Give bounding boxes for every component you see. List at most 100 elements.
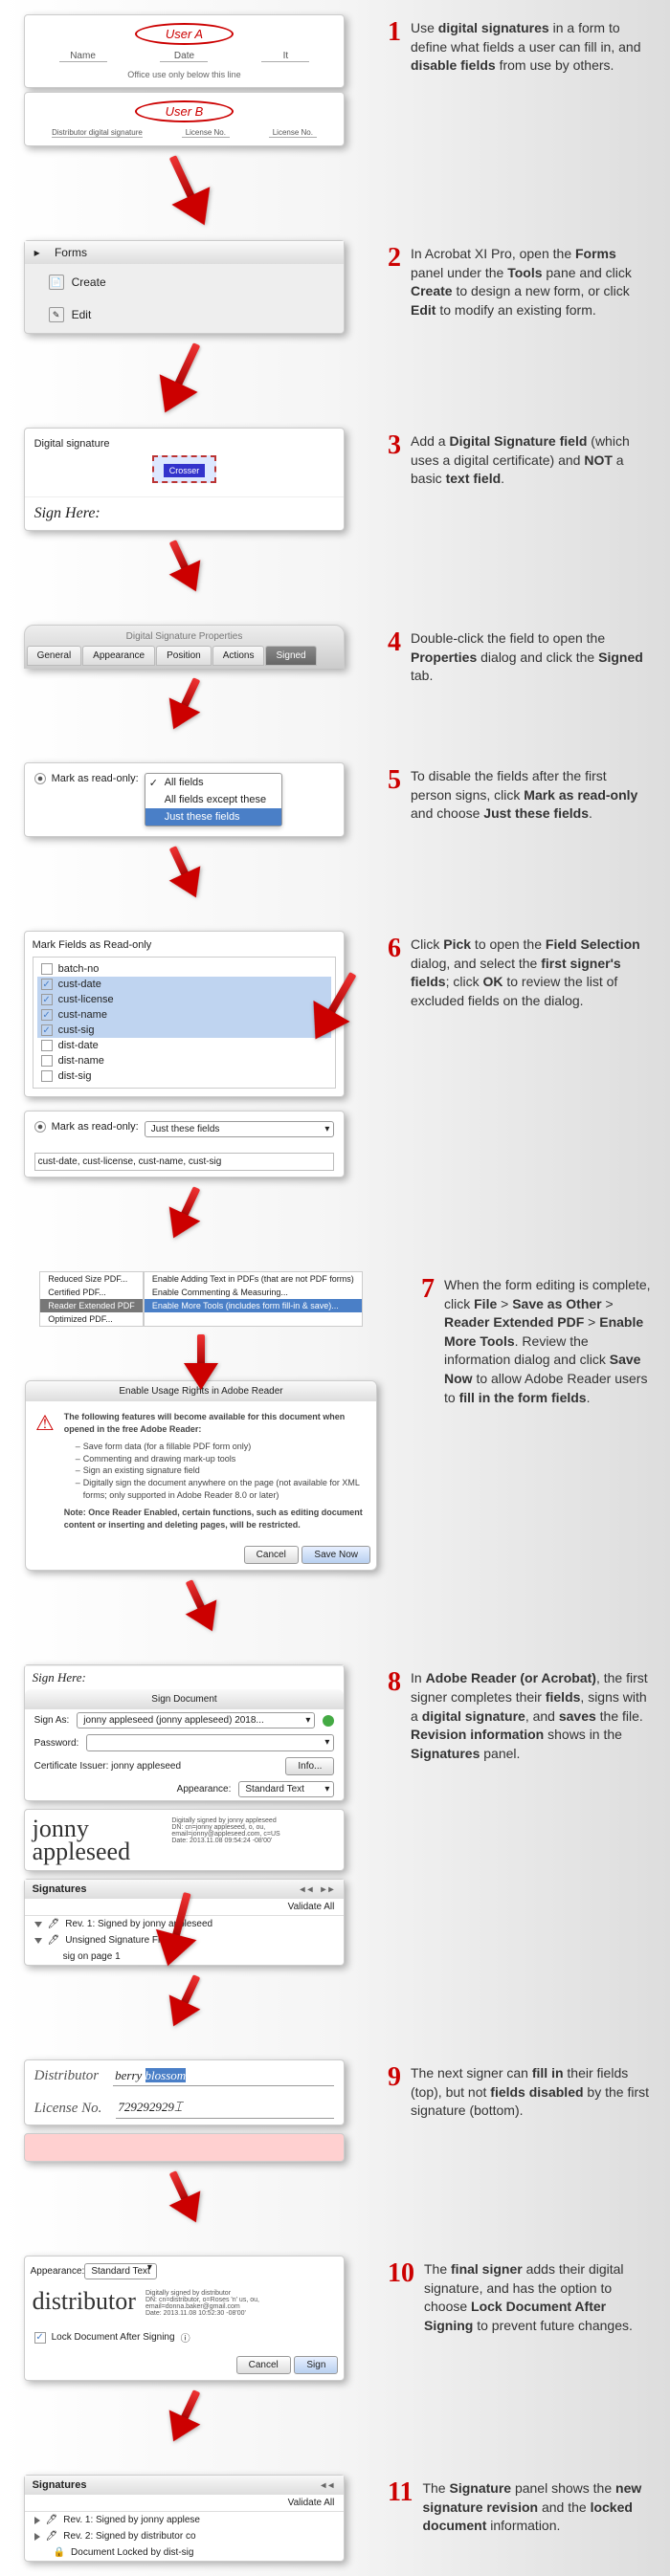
tab-signed[interactable]: Signed — [265, 646, 316, 666]
step-number: 6 — [388, 936, 401, 1010]
sig-name: distributor — [33, 2290, 136, 2317]
arrow-icon — [159, 672, 210, 737]
panel-toolbar-icons[interactable]: ◂◂ ▸▸ — [301, 1884, 337, 1895]
step-number: 8 — [388, 1669, 401, 1763]
field-item: dist-date — [37, 1038, 332, 1053]
validate-all-button[interactable]: Validate All — [288, 1902, 335, 1912]
arrow-icon — [159, 338, 210, 402]
signature-field-box[interactable]: Crosser — [152, 455, 217, 483]
menu-reduced-size[interactable]: Reduced Size PDF... — [40, 1272, 143, 1286]
save-now-button[interactable]: Save Now — [302, 1546, 370, 1564]
info-button[interactable]: Info... — [285, 1757, 334, 1775]
signature-field-panel: Digital signature Crosser Sign Here: — [24, 428, 346, 531]
field-item: dist-sig — [37, 1068, 332, 1084]
arrow-icon — [159, 2386, 210, 2450]
sig-name: jonny appleseed — [33, 1817, 163, 1862]
radio-mark-readonly[interactable] — [34, 1121, 46, 1133]
label-date: Date — [160, 51, 208, 62]
tab-general[interactable]: General — [27, 646, 82, 666]
mark-readonly-label: Mark as read-only: — [52, 773, 139, 784]
license-input[interactable]: 729292929 — [116, 2098, 334, 2119]
step-1: User A Name Date It Office use only belo… — [0, 0, 670, 226]
option-all-except[interactable]: All fields except these — [145, 791, 281, 808]
step-text: When the form editing is complete, click… — [444, 1276, 651, 1407]
menu-optimized[interactable]: Optimized PDF... — [40, 1312, 143, 1326]
step-11: Signatures◂◂ Validate All 🖊 Rev. 1: Sign… — [0, 2460, 670, 2576]
step-text: The final signer adds their digital sign… — [424, 2260, 651, 2335]
step-number: 3 — [388, 432, 401, 489]
mark-readonly-panel: Mark as read-only: All fields All fields… — [24, 762, 346, 837]
distributor-fields: Distributor berry blossom License No. 72… — [24, 2059, 346, 2125]
step-2: ▸ Forms 📄Create ✎Edit 2 In Acrobat XI Pr… — [0, 226, 670, 413]
appearance-select[interactable]: Standard Text — [84, 2263, 157, 2279]
mark-readonly-label: Mark as read-only: — [52, 1121, 139, 1133]
cancel-button[interactable]: Cancel — [244, 1546, 299, 1564]
collapse-icon[interactable] — [34, 1938, 42, 1944]
lock-checkbox[interactable]: ✓ — [34, 2332, 46, 2344]
arrow-icon — [187, 1334, 215, 1373]
form-preview-user-a: User A Name Date It Office use only belo… — [24, 14, 346, 88]
properties-dialog: Digital Signature Properties General App… — [24, 625, 346, 669]
option-just-these[interactable]: Just these fields — [145, 808, 281, 826]
step-text: In Adobe Reader (or Acrobat), the first … — [411, 1669, 651, 1763]
appearance-select[interactable]: Standard Text — [238, 1781, 334, 1797]
step-number: 2 — [388, 245, 401, 319]
arrow-icon — [159, 535, 210, 599]
sign-as-select[interactable]: jonny appleseed (jonny appleseed) 2018..… — [77, 1712, 315, 1728]
sign-document-dialog: Sign Here: Sign Document Sign As:jonny a… — [24, 1664, 346, 1801]
info-icon[interactable]: ⓘ — [181, 2330, 190, 2345]
review-panel: Mark as read-only: Just these fields cus… — [24, 1111, 346, 1178]
forms-panel-header[interactable]: ▸ Forms — [25, 241, 345, 264]
option-all-fields[interactable]: All fields — [145, 774, 281, 791]
step-number: 9 — [388, 2064, 401, 2121]
menu-enable-text[interactable]: Enable Adding Text in PDFs (that are not… — [145, 1272, 362, 1286]
forms-create-button[interactable]: 📄Create — [29, 268, 341, 297]
label-it: It — [261, 51, 309, 62]
signatures-panel-final: Signatures◂◂ Validate All 🖊 Rev. 1: Sign… — [24, 2475, 346, 2562]
field-item: batch-no — [37, 961, 332, 977]
step-text: The next signer can fill in their fields… — [411, 2064, 651, 2121]
adobe-icon: ⚠ — [35, 1411, 55, 1440]
radio-mark-readonly[interactable] — [34, 773, 46, 784]
step-5: Mark as read-only: All fields All fields… — [0, 748, 670, 916]
menu-reader-extended[interactable]: Reader Extended PDF — [40, 1299, 143, 1312]
form-preview-user-b: User B Distributor digital signature Lic… — [24, 92, 346, 146]
edit-icon: ✎ — [49, 307, 64, 322]
digital-signature-label: Digital signature — [34, 438, 335, 450]
step-text: The Signature panel shows the new signat… — [422, 2479, 651, 2536]
step-9: Distributor berry blossom License No. 72… — [0, 2045, 670, 2241]
sign-here-label: Sign Here: — [25, 496, 345, 530]
user-b-label: User B — [135, 100, 234, 122]
menu-enable-more-tools[interactable]: Enable More Tools (includes form fill-in… — [145, 1299, 362, 1312]
panel-toolbar-icons[interactable]: ◂◂ — [321, 2480, 336, 2491]
sign-button[interactable]: Sign — [294, 2356, 338, 2374]
tab-appearance[interactable]: Appearance — [82, 646, 155, 666]
forms-edit-button[interactable]: ✎Edit — [29, 300, 341, 329]
distributor-input[interactable]: berry blossom — [113, 2066, 334, 2086]
cancel-button[interactable]: Cancel — [236, 2356, 291, 2374]
arrow-icon — [159, 2167, 210, 2231]
user-a-label: User A — [135, 23, 234, 45]
tab-actions[interactable]: Actions — [212, 646, 265, 666]
tab-position[interactable]: Position — [156, 646, 212, 666]
step-text: Double-click the field to open the Prope… — [411, 629, 651, 686]
arrow-icon — [159, 1181, 210, 1245]
readonly-dropdown[interactable]: All fields All fields except these Just … — [145, 773, 282, 826]
dialog-title: Digital Signature Properties — [27, 627, 343, 646]
field-item: dist-name — [37, 1053, 332, 1068]
step-10: Appearance:Standard Text distributor Dig… — [0, 2241, 670, 2460]
password-input[interactable] — [86, 1734, 334, 1751]
step-8: Sign Here: Sign Document Sign As:jonny a… — [0, 1650, 670, 2045]
menu-certified[interactable]: Certified PDF... — [40, 1286, 143, 1299]
expand-icon[interactable] — [34, 2533, 40, 2541]
validate-all-button[interactable]: Validate All — [288, 2498, 335, 2508]
menu-enable-comment[interactable]: Enable Commenting & Measuring... — [145, 1286, 362, 1299]
collapse-icon[interactable] — [34, 1922, 42, 1927]
menu-cascade: Reduced Size PDF... Certified PDF... Rea… — [39, 1271, 363, 1327]
expand-icon[interactable] — [34, 2517, 40, 2524]
arrow-icon — [176, 1575, 227, 1640]
step-text: Add a Digital Signature field (which use… — [411, 432, 651, 489]
step-number: 4 — [388, 629, 401, 686]
enable-rights-dialog: Enable Usage Rights in Adobe Reader ⚠ Th… — [25, 1380, 377, 1571]
readonly-select[interactable]: Just these fields — [145, 1121, 335, 1137]
